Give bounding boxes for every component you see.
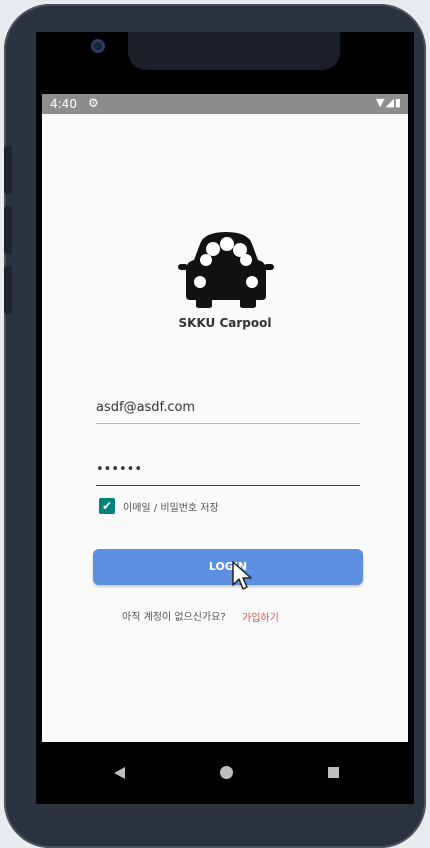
side-button [4,146,12,194]
system-status-icons: ▼◢▮ [376,96,402,109]
login-button[interactable]: LOGIN [93,549,363,585]
device-screen: 4:40 ⚙ ▼◢▮ SKKU Carpool ✔ 이메일 / 비밀번호 저장 [36,32,414,804]
back-triangle-icon[interactable] [114,767,125,779]
notch [128,32,340,70]
side-button [4,266,12,314]
status-bar: 4:40 ⚙ ▼◢▮ [42,94,408,114]
email-field[interactable] [96,397,360,424]
camera-icon [91,39,105,53]
remember-label: 이메일 / 비밀번호 저장 [123,503,219,514]
status-time: 4:40 [50,97,77,111]
password-field[interactable] [96,459,360,486]
home-circle-icon[interactable] [220,766,233,779]
app-title: SKKU Carpool [178,316,272,330]
car-icon [178,232,274,308]
remember-checkbox[interactable]: ✔ [99,498,115,514]
checkmark-icon: ✔ [101,499,113,513]
signup-link[interactable]: 가입하기 [242,609,279,624]
phone-frame: 4:40 ⚙ ▼◢▮ SKKU Carpool ✔ 이메일 / 비밀번호 저장 [4,4,426,848]
no-account-text: 아직 계정이 없으신가요? [122,612,226,623]
login-screen: SKKU Carpool ✔ 이메일 / 비밀번호 저장 LOGIN 아직 계정… [42,114,408,742]
mouse-cursor-icon [232,561,252,590]
navigation-bar [36,742,414,804]
recents-square-icon[interactable] [328,767,339,778]
side-button [4,206,12,254]
gear-icon: ⚙ [88,96,99,110]
